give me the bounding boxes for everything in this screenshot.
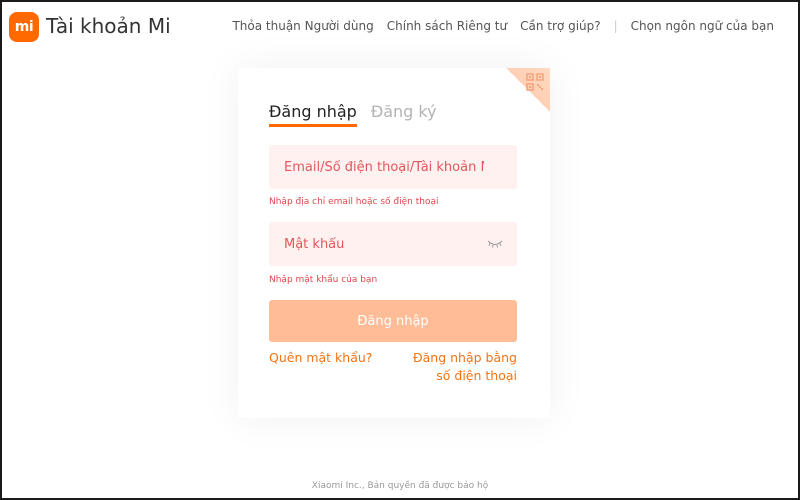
nav-help[interactable]: Cần trợ giúp? xyxy=(520,19,601,33)
phone-login-link[interactable]: Đăng nhập bằng số điện thoại xyxy=(397,349,517,385)
browser-frame: mi Tài khoản Mi Thỏa thuận Người dùng Ch… xyxy=(0,0,800,500)
eye-closed-icon[interactable] xyxy=(487,239,503,249)
forgot-password-link[interactable]: Quên mật khẩu? xyxy=(269,349,372,367)
header-nav: Thỏa thuận Người dùng Chính sách Riêng t… xyxy=(219,19,774,33)
qr-login-toggle[interactable] xyxy=(506,68,550,112)
email-input[interactable] xyxy=(284,159,484,175)
password-field[interactable] xyxy=(269,222,517,266)
nav-privacy-policy[interactable]: Chính sách Riêng tư xyxy=(387,19,507,33)
password-error-hint: Nhập mật khẩu của bạn xyxy=(269,275,378,285)
header: mi Tài khoản Mi Thỏa thuận Người dùng Ch… xyxy=(2,2,798,54)
tab-register[interactable]: Đăng ký xyxy=(371,102,437,127)
qr-code-icon xyxy=(526,73,544,91)
xiaomi-logo[interactable]: mi xyxy=(9,12,39,42)
nav-user-agreement[interactable]: Thỏa thuận Người dùng xyxy=(232,19,373,33)
auth-tabs: Đăng nhập Đăng ký xyxy=(269,102,451,127)
email-field[interactable] xyxy=(269,145,517,189)
nav-divider: | xyxy=(613,19,618,33)
password-input[interactable] xyxy=(284,236,484,252)
email-error-hint: Nhập địa chỉ email hoặc số điện thoại xyxy=(269,197,439,207)
nav-language-select[interactable]: Chọn ngôn ngữ của bạn xyxy=(631,19,774,33)
brand-title: Tài khoản Mi xyxy=(46,14,171,38)
login-card: Đăng nhập Đăng ký Nhập địa chỉ email hoặ… xyxy=(238,68,550,418)
tab-login[interactable]: Đăng nhập xyxy=(269,102,357,127)
footer-copyright: Xiaomi Inc., Bản quyền đã được bảo hộ xyxy=(311,481,489,491)
login-button[interactable]: Đăng nhập xyxy=(269,300,517,342)
